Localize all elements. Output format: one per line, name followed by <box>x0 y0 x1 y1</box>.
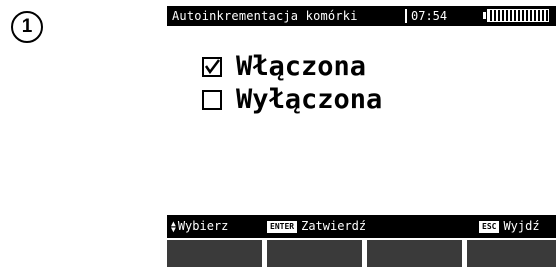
battery-cap <box>483 12 486 19</box>
softkey-1[interactable] <box>167 240 262 267</box>
screen-title: Autoinkrementacja komórki <box>172 9 358 23</box>
checkbox-unchecked-icon[interactable] <box>202 89 222 110</box>
exit-hint: ESC Wyjdź <box>479 215 540 238</box>
battery-icon <box>487 9 549 22</box>
title-separator <box>405 9 407 23</box>
clock: 07:54 <box>411 9 448 23</box>
option-disabled-label: Wyłączona <box>236 84 383 115</box>
softkey-2[interactable] <box>267 240 362 267</box>
confirm-label: Zatwierdź <box>301 219 367 233</box>
confirm-hint: ENTER Zatwierdź <box>267 215 366 238</box>
select-hint: ▲ ▼ Wybierz <box>171 215 228 238</box>
option-enabled[interactable]: Włączona <box>202 50 382 83</box>
enter-key-icon: ENTER <box>267 220 298 233</box>
step-number-badge: 1 <box>11 11 43 43</box>
options-list: Włączona Wyłączona <box>202 50 382 116</box>
checkbox-checked-icon[interactable] <box>202 56 222 77</box>
up-down-arrows-icon: ▲ ▼ <box>171 218 176 234</box>
softkey-3[interactable] <box>367 240 462 267</box>
option-enabled-label: Włączona <box>236 51 367 82</box>
exit-label: Wyjdź <box>503 219 540 233</box>
title-bar: Autoinkrementacja komórki 07:54 <box>167 6 556 26</box>
softkey-row <box>167 238 556 267</box>
select-label: Wybierz <box>177 219 229 233</box>
esc-key-icon: ESC <box>479 220 500 233</box>
option-disabled[interactable]: Wyłączona <box>202 83 382 116</box>
status-bar: ▲ ▼ Wybierz ENTER Zatwierdź ESC Wyjdź <box>167 215 556 238</box>
device-screen: Autoinkrementacja komórki 07:54 Włączona… <box>167 6 556 267</box>
softkey-4[interactable] <box>467 240 556 267</box>
